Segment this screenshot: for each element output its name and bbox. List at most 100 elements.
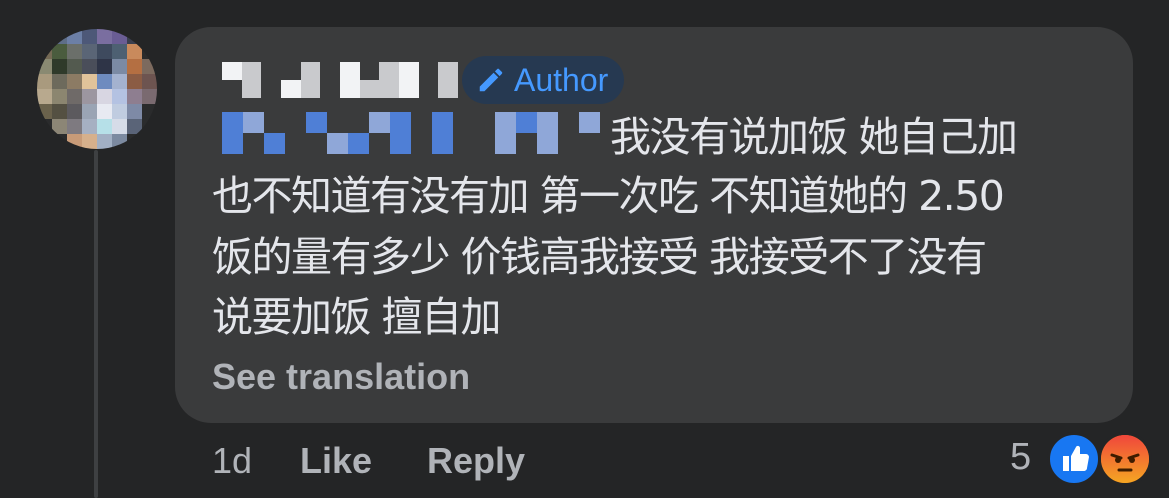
avatar-pixel <box>82 119 97 134</box>
author-name-pixel <box>320 62 340 80</box>
avatar-pixel <box>67 89 82 104</box>
avatar-pixel <box>142 44 157 59</box>
angry-face-icon <box>1101 435 1149 483</box>
avatar-pixel <box>97 59 112 74</box>
avatar-pixel <box>112 104 127 119</box>
avatar-pixel <box>82 44 97 59</box>
timestamp[interactable]: 1d <box>212 440 252 482</box>
mention-pixel <box>558 112 579 133</box>
author-name-pixel <box>222 62 242 80</box>
mention-pixel <box>369 112 390 133</box>
author-badge-label: Author <box>514 61 609 98</box>
like-button[interactable]: Like <box>300 440 372 482</box>
avatar-pixel <box>52 89 67 104</box>
avatar-pixel <box>142 89 157 104</box>
avatar-pixel <box>127 59 142 74</box>
author-name-pixel <box>300 62 321 80</box>
see-translation-link[interactable]: See translation <box>212 356 470 398</box>
avatar-pixel <box>112 44 127 59</box>
author-name-pixelated[interactable] <box>222 62 458 98</box>
reply-button[interactable]: Reply <box>427 440 525 482</box>
avatar-pixel <box>82 59 97 74</box>
avatar-pixel <box>97 134 112 149</box>
avatar-pixel <box>112 134 127 149</box>
mention-pixel <box>537 133 558 154</box>
mention-pixel <box>390 133 411 154</box>
author-name-pixel <box>398 62 419 80</box>
mention-pixel <box>411 112 432 133</box>
mention-pixel <box>285 112 306 133</box>
avatar-pixel <box>67 74 82 89</box>
mention-pixel <box>285 133 306 154</box>
author-name-pixel <box>379 62 399 80</box>
mention-pixel <box>411 133 432 154</box>
avatar-pixel <box>142 134 157 149</box>
mention-pixel <box>516 133 537 154</box>
author-name-pixel <box>281 62 301 80</box>
avatar-pixel <box>67 119 82 134</box>
mention-pixel <box>264 133 285 154</box>
author-name-pixel <box>438 80 458 98</box>
mention-pixel <box>516 112 537 133</box>
reaction-count[interactable]: 5 <box>1010 436 1031 479</box>
author-name-pixel <box>379 80 399 98</box>
avatar-pixel <box>67 104 82 119</box>
pencil-icon <box>479 68 503 92</box>
mention-pixel <box>390 112 411 133</box>
author-name-pixel <box>419 62 439 80</box>
avatar-pixel <box>67 44 82 59</box>
avatar-pixel <box>127 44 142 59</box>
mention-pixel <box>474 112 495 133</box>
mention-pixel <box>579 133 600 154</box>
mention-pixelated[interactable] <box>222 112 600 154</box>
avatar-pixel <box>37 104 52 119</box>
avatar-pixel <box>37 29 52 44</box>
mention-pixel <box>243 112 264 133</box>
author-name-pixel <box>360 62 380 80</box>
avatar[interactable] <box>37 29 157 149</box>
avatar-pixel <box>127 104 142 119</box>
avatar-pixel <box>97 74 112 89</box>
mention-pixel <box>537 112 558 133</box>
avatar-pixel <box>52 119 67 134</box>
mention-pixel <box>348 112 369 133</box>
author-name-pixel <box>320 80 340 98</box>
avatar-pixel <box>112 89 127 104</box>
avatar-pixel <box>127 74 142 89</box>
avatar-pixel <box>112 74 127 89</box>
author-name-pixel <box>261 62 281 80</box>
author-badge: Author <box>462 56 625 104</box>
author-name-pixel <box>398 80 419 98</box>
avatar-pixel <box>112 29 127 44</box>
mention-pixel <box>306 133 327 154</box>
mention-pixel <box>348 133 369 154</box>
avatar-pixel <box>52 44 67 59</box>
mention-pixel <box>327 112 348 133</box>
like-reaction-icon[interactable] <box>1047 432 1101 486</box>
comment-text-line-3: 饭的量有多少 价钱高我接受 我接受不了没有 <box>212 233 987 281</box>
avatar-pixel <box>127 119 142 134</box>
avatar-pixel <box>127 134 142 149</box>
author-name-pixel <box>339 80 360 98</box>
avatar-pixel <box>37 44 52 59</box>
avatar-pixel <box>37 119 52 134</box>
mention-pixel <box>222 133 243 154</box>
avatar-pixel <box>142 74 157 89</box>
mention-pixel <box>432 133 453 154</box>
avatar-pixel <box>52 104 67 119</box>
avatar-pixel <box>67 29 82 44</box>
avatar-pixel <box>97 104 112 119</box>
mention-pixel <box>264 112 285 133</box>
avatar-pixel <box>82 89 97 104</box>
angry-reaction-icon[interactable] <box>1098 432 1152 486</box>
mention-pixel <box>558 133 579 154</box>
author-name-pixel <box>359 80 380 98</box>
author-name-pixel <box>261 80 281 98</box>
comment-text-line-1: 我没有说加饭 她自己加 <box>610 113 1018 161</box>
avatar-pixel <box>67 59 82 74</box>
avatar-pixel <box>97 119 112 134</box>
avatar-pixel <box>97 89 112 104</box>
mention-pixel <box>327 133 348 154</box>
author-name-pixel <box>241 80 262 98</box>
mention-pixel <box>495 112 516 133</box>
